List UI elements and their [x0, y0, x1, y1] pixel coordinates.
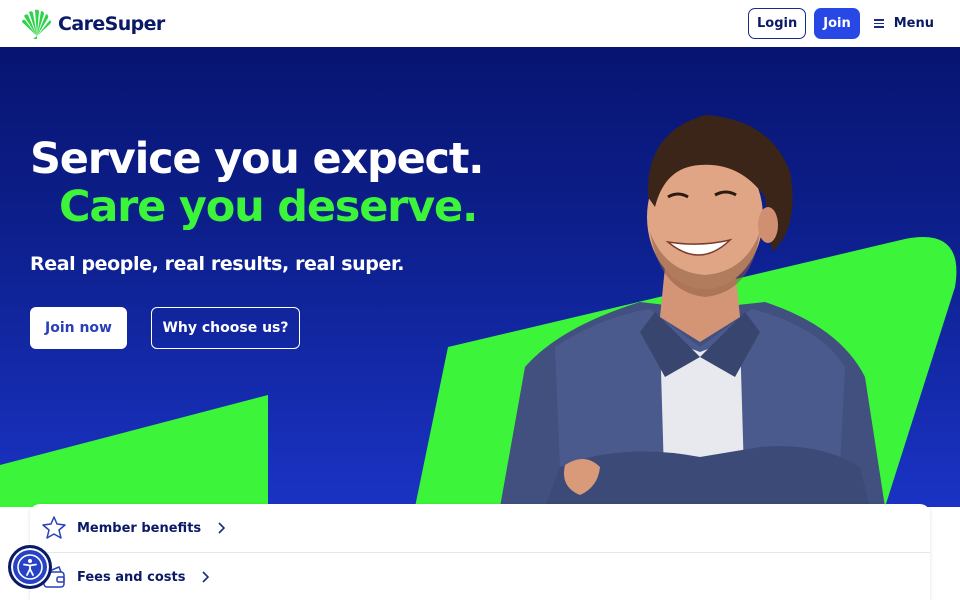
hero-headline-line2: Care you deserve. [59, 182, 478, 232]
site-header: CareSuper Login Join Menu [0, 0, 960, 47]
star-badge-icon [42, 516, 66, 539]
why-choose-us-button[interactable]: Why choose us? [151, 307, 300, 349]
quick-link-fees-and-costs[interactable]: Fees and costs [30, 553, 930, 600]
hero-headline-line1: Service you expect. [30, 134, 485, 184]
hamburger-icon [873, 19, 884, 28]
chevron-right-icon [201, 571, 210, 583]
hero-banner: Service you expect. Care you deserve. Re… [0, 47, 960, 507]
brand-name: CareSuper [58, 12, 165, 35]
accessibility-icon [17, 554, 43, 580]
green-shape-left [0, 395, 268, 507]
login-button[interactable]: Login [748, 8, 807, 39]
quick-link-member-benefits[interactable]: Member benefits [30, 504, 930, 553]
quick-link-label: Member benefits [77, 520, 202, 536]
hero-artwork [0, 115, 957, 507]
menu-label: Menu [893, 16, 934, 31]
header-actions: Login Join Menu [748, 8, 934, 39]
menu-button[interactable]: Menu [873, 16, 934, 31]
quick-links-panel: Member benefits Fees and costs [30, 504, 930, 600]
join-now-button[interactable]: Join now [30, 307, 127, 349]
accessibility-button[interactable] [8, 545, 52, 589]
chevron-right-icon [217, 522, 226, 534]
join-button[interactable]: Join [814, 8, 860, 39]
fan-leaf-icon [22, 9, 51, 39]
hero-subheadline: Real people, real results, real super. [30, 253, 405, 275]
quick-link-label: Fees and costs [77, 569, 186, 585]
brand-logo[interactable]: CareSuper [20, 8, 165, 40]
